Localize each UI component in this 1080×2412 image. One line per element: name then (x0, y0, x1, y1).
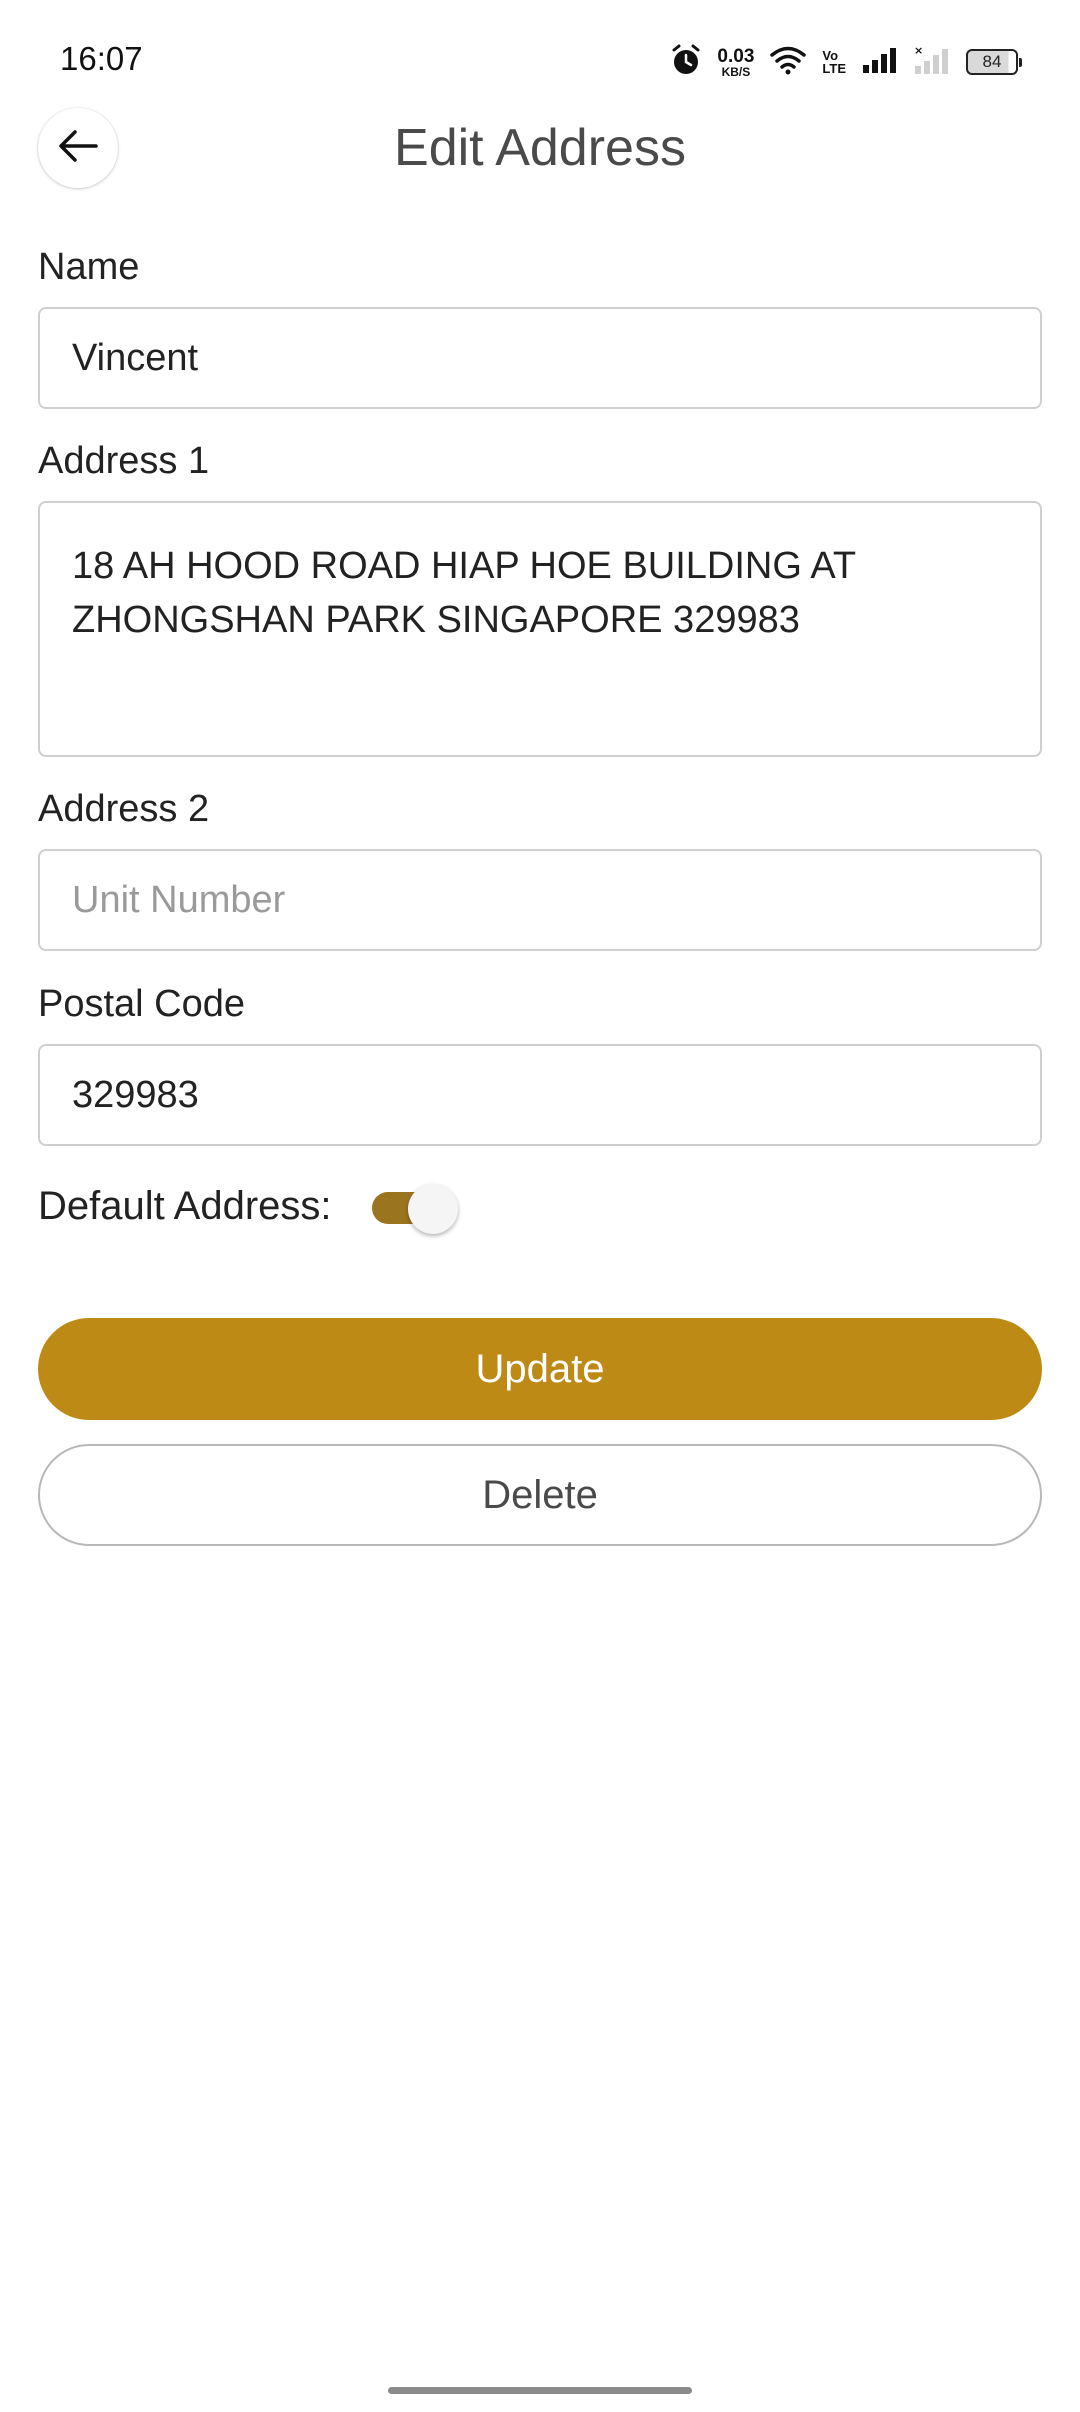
delete-button[interactable]: Delete (38, 1444, 1042, 1546)
volte-bottom: LTE (822, 61, 846, 76)
status-time: 16:07 (60, 40, 143, 77)
signal-strength-icon (862, 46, 898, 79)
volte-indicator: Vo LTE (822, 49, 846, 75)
address1-label: Address 1 (38, 440, 210, 482)
wifi-icon (770, 45, 807, 80)
address2-label: Address 2 (38, 788, 210, 830)
network-speed: 0.03 KB/S (717, 47, 754, 78)
status-bar: 16:07 0.03 KB/S Vo LTE × 84 (0, 0, 1080, 110)
battery-level: 84 (982, 52, 1002, 71)
address2-placeholder: Unit Number (72, 879, 286, 921)
signal-no-service-icon: × (914, 44, 950, 80)
name-input[interactable]: Vincent (38, 307, 1042, 409)
network-speed-unit: KB/S (721, 64, 751, 79)
toggle-knob (408, 1184, 458, 1234)
home-indicator[interactable] (388, 2387, 692, 2394)
address1-input[interactable]: 18 AH HOOD ROAD HIAP HOE BUILDING AT ZHO… (38, 501, 1042, 757)
alarm-icon (671, 44, 701, 81)
default-address-label: Default Address: (38, 1184, 332, 1228)
battery-icon: 84 (966, 49, 1022, 75)
status-icons: 0.03 KB/S Vo LTE × 84 (671, 40, 1022, 84)
network-speed-value: 0.03 (717, 45, 755, 67)
address2-input[interactable]: Unit Number (38, 849, 1042, 951)
name-label: Name (38, 246, 140, 288)
postal-code-label: Postal Code (38, 983, 246, 1025)
update-button[interactable]: Update (38, 1318, 1042, 1420)
postal-code-input[interactable]: 329983 (38, 1044, 1042, 1146)
svg-text:×: × (914, 45, 923, 57)
default-address-toggle[interactable] (372, 1184, 458, 1234)
page-title: Edit Address (394, 119, 686, 177)
